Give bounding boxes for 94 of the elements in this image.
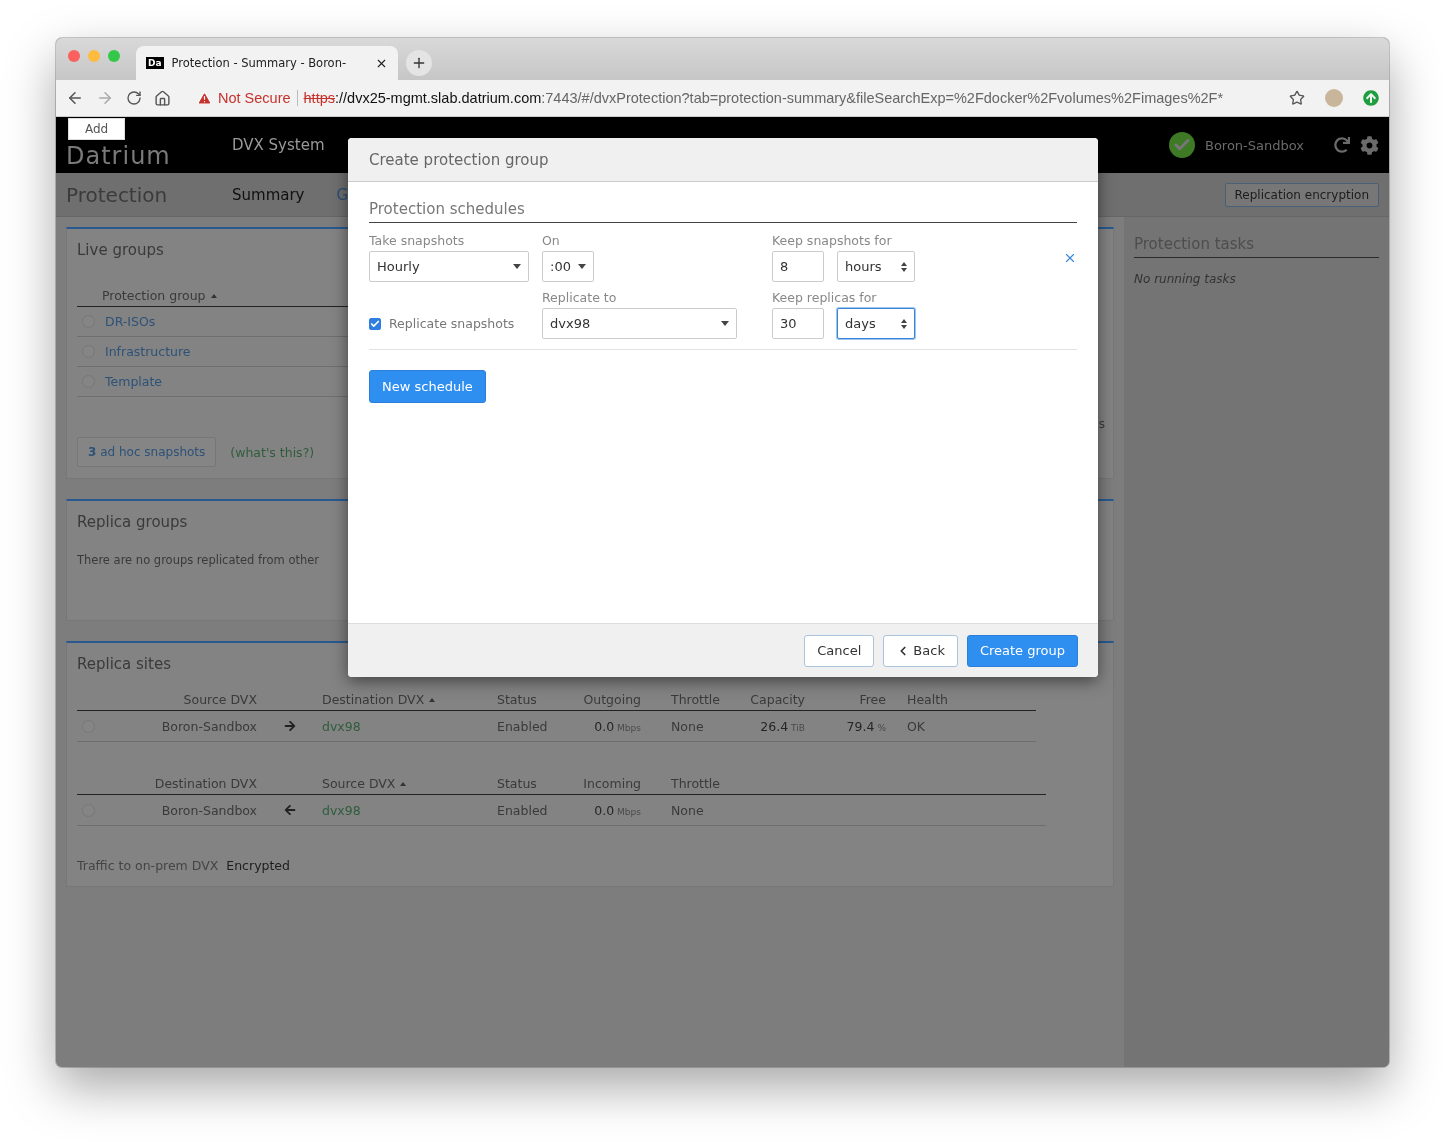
site-favicon: Da: [146, 57, 164, 69]
column-header[interactable]: Throttle: [641, 692, 750, 707]
nav-link[interactable]: DVX System: [232, 136, 325, 154]
checkbox-label[interactable]: Replicate snapshots: [389, 316, 515, 331]
column-header[interactable]: Protection group: [102, 288, 217, 303]
new-tab-button[interactable]: [406, 50, 432, 76]
column-header[interactable]: Throttle: [641, 776, 750, 791]
column-header[interactable]: Status: [497, 776, 580, 791]
select-field[interactable]: dvx98: [542, 308, 737, 339]
select-field[interactable]: :00: [542, 251, 594, 282]
table-cell-text: 0.0 Mbps: [593, 802, 641, 818]
table-cell-text: Enabled: [497, 718, 549, 734]
select-field[interactable]: days: [837, 308, 915, 339]
column-header[interactable]: Capacity: [750, 692, 805, 707]
new-schedule-button[interactable]: New schedule: [369, 370, 486, 403]
table-cell-text: Boron-Sandbox: [160, 718, 257, 734]
select-field[interactable]: Hourly: [369, 251, 529, 282]
table-cell-text: OK: [906, 718, 927, 734]
section-title: Protection schedules: [369, 200, 1077, 223]
close-window-button[interactable]: [68, 50, 80, 62]
field-label: Keep replicas for: [772, 290, 878, 305]
create-group-button[interactable]: Create group: [966, 634, 1078, 667]
update-icon[interactable]: [1363, 90, 1379, 106]
page-tab[interactable]: Summary: [232, 185, 305, 204]
arrow-right-icon: [283, 720, 296, 732]
text-fragment: s: [1098, 417, 1105, 431]
spinner-arrows-icon: [901, 261, 907, 272]
table-cell-text: 79.4 %: [845, 718, 886, 734]
field-label: Traffic to on-prem DVX: [77, 858, 219, 873]
table-link[interactable]: dvx98: [322, 718, 497, 734]
help-link[interactable]: (what's this?): [230, 444, 315, 460]
column-header[interactable]: Source DVX: [101, 692, 257, 707]
dropdown-caret-icon: [578, 264, 586, 269]
back-button[interactable]: Back: [883, 634, 958, 667]
refresh-icon[interactable]: [1334, 137, 1350, 153]
field-label: On: [542, 233, 561, 248]
replication-encryption-button[interactable]: Replication encryption: [1224, 182, 1379, 207]
dropdown-caret-icon: [721, 321, 729, 326]
table-cell-text: None: [670, 718, 705, 734]
back-icon[interactable]: [66, 89, 84, 107]
forward-icon[interactable]: [96, 89, 114, 107]
spinner-arrows-icon: [901, 318, 907, 329]
table-cell-text: Boron-Sandbox: [160, 802, 257, 818]
group-link[interactable]: Infrastructure: [105, 344, 191, 359]
sort-caret-icon: [210, 293, 217, 298]
cancel-button[interactable]: Cancel: [804, 634, 875, 667]
number-field[interactable]: 30: [772, 308, 824, 339]
browser-tab[interactable]: Da Protection - Summary - Boron-: [136, 46, 398, 80]
column-header[interactable]: Destination DVX: [101, 776, 257, 791]
column-header[interactable]: Destination DVX: [322, 692, 497, 707]
table-cell-text: 0.0 Mbps: [593, 718, 641, 734]
column-header[interactable]: Status: [497, 692, 580, 707]
column-header[interactable]: Free: [805, 692, 886, 707]
bookmark-star-icon[interactable]: [1289, 90, 1305, 106]
page-tab[interactable]: G: [336, 185, 349, 204]
plus-icon: [411, 55, 427, 71]
table-cell-text: None: [670, 802, 705, 818]
table-cell-text: Enabled: [497, 802, 549, 818]
card-title: Replica groups: [77, 513, 188, 531]
card-title: Replica sites: [77, 655, 171, 673]
sort-caret-icon: [400, 781, 407, 786]
table-link[interactable]: dvx98: [322, 802, 497, 818]
system-name[interactable]: Boron-Sandbox: [1204, 137, 1304, 153]
field-label: Keep snapshots for: [772, 233, 893, 248]
column-header[interactable]: Incoming: [580, 776, 641, 791]
status-check-icon: [1168, 132, 1195, 158]
column-header[interactable]: Source DVX: [322, 776, 497, 791]
dialog-title: Create protection group: [369, 150, 549, 169]
field-label: Replicate to: [542, 290, 618, 305]
empty-message: There are no groups replicated from other: [77, 553, 320, 567]
card-title: Live groups: [77, 241, 164, 259]
tooltip: Add: [68, 118, 126, 140]
warning-icon: [197, 90, 212, 106]
dropdown-caret-icon: [513, 264, 521, 269]
url-text[interactable]: https://dvx25-mgmt.slab.datrium.com:7443/#/dvxProtection?tab=protection-summary&fileSearchExp=%2Fdocker%2Fvolumes%2Fimages%2F*: [303, 90, 1224, 106]
column-header[interactable]: Health: [886, 692, 1036, 707]
field-label: Take snapshots: [369, 233, 466, 248]
settings-icon[interactable]: [1360, 135, 1379, 155]
checkbox[interactable]: [369, 317, 381, 330]
ad-hoc-snapshots-button[interactable]: 3 ad hoc snapshots: [77, 437, 217, 467]
profile-avatar[interactable]: [1325, 89, 1343, 107]
number-field[interactable]: 8: [772, 251, 824, 282]
sort-caret-icon: [429, 697, 436, 702]
select-field[interactable]: hours: [837, 251, 915, 282]
group-link[interactable]: Template: [105, 374, 163, 389]
logo-text: Datrium: [66, 142, 172, 170]
column-header[interactable]: Outgoing: [580, 692, 641, 707]
empty-message: No running tasks: [1134, 272, 1236, 286]
field-value: Encrypted: [226, 858, 290, 873]
arrow-left-icon: [283, 804, 296, 816]
home-icon[interactable]: [154, 89, 171, 107]
security-warning[interactable]: Not Secure: [218, 90, 291, 106]
group-link[interactable]: DR-ISOs: [105, 314, 156, 329]
reload-icon[interactable]: [126, 90, 142, 106]
